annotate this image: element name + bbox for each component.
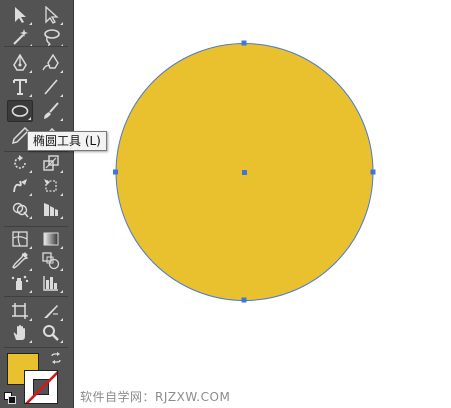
artboard-icon (12, 303, 28, 319)
toolbar-separator (4, 46, 68, 47)
watermark-text: 软件自学网：RJZXW.COM (80, 390, 231, 404)
symbol-sprayer-tool[interactable] (7, 272, 33, 294)
default-fill-stroke-icon[interactable] (4, 392, 16, 404)
flyout-indicator (60, 22, 63, 25)
hollow-arrow-icon (45, 6, 59, 24)
tool-tooltip: 椭圆工具 (L) (27, 131, 107, 151)
artboard-tool[interactable] (7, 300, 33, 322)
slice-tool[interactable] (38, 300, 64, 322)
toolbar-separator (4, 226, 68, 227)
lasso-tool[interactable] (38, 26, 64, 48)
toolbar-separator (4, 151, 68, 152)
line-icon (44, 79, 58, 95)
symbol-sprayer-icon (11, 275, 29, 290)
mesh-icon (12, 231, 28, 247)
curvature-tool[interactable] (38, 52, 64, 74)
anchor-point-bottom[interactable] (241, 297, 247, 303)
magic-wand-tool[interactable] (7, 26, 33, 48)
ellipse-icon (11, 105, 29, 117)
stroke-color-swatch[interactable] (24, 370, 58, 404)
blend-tool[interactable] (38, 250, 64, 272)
artboard-canvas[interactable] (75, 0, 451, 408)
toolbar-separator (4, 296, 68, 297)
flyout-indicator (29, 340, 32, 343)
paintbrush-tool[interactable] (38, 100, 64, 122)
swap-fill-stroke-icon[interactable] (50, 352, 62, 364)
flyout-indicator (29, 216, 32, 219)
free-transform-icon (44, 179, 57, 192)
scale-icon (43, 155, 59, 171)
toolbar-separator (4, 347, 68, 348)
gradient-tool[interactable] (38, 228, 64, 250)
flyout-indicator (29, 290, 32, 293)
rotate-icon (14, 155, 26, 169)
arrow-icon (15, 7, 26, 23)
anchor-point-left[interactable] (113, 169, 118, 175)
magic-wand-icon (13, 29, 28, 45)
ellipse-tool[interactable] (7, 100, 33, 122)
shape-builder-icon (12, 202, 29, 218)
flyout-indicator (60, 170, 63, 173)
none-slash-icon (25, 371, 57, 403)
direct-selection-tool[interactable] (38, 4, 64, 26)
type-tool[interactable] (7, 76, 33, 98)
hand-tool[interactable] (7, 322, 33, 344)
zoom-tool[interactable] (38, 322, 64, 344)
flyout-indicator (60, 318, 63, 321)
curvature-pen-icon (42, 54, 59, 71)
pen-icon (13, 54, 27, 71)
slice-icon (44, 305, 58, 318)
gradient-icon (43, 232, 59, 246)
flyout-indicator (29, 268, 32, 271)
brush-icon (44, 102, 59, 119)
flyout-indicator (60, 340, 63, 343)
flyout-indicator (29, 70, 32, 73)
selection-tool[interactable] (7, 4, 33, 26)
flyout-indicator (29, 246, 32, 249)
type-icon (13, 79, 27, 95)
flyout-indicator (60, 216, 63, 219)
flyout-indicator (29, 170, 32, 173)
zoom-icon (43, 325, 59, 341)
mesh-tool[interactable] (7, 228, 33, 250)
warp-tool[interactable] (7, 175, 33, 197)
center-point[interactable] (242, 170, 247, 175)
scale-tool[interactable] (38, 152, 64, 174)
hand-icon (13, 325, 25, 340)
flyout-indicator (60, 94, 63, 97)
flyout-indicator (60, 118, 63, 121)
flyout-indicator (29, 22, 32, 25)
perspective-grid-tool[interactable] (38, 198, 64, 220)
flyout-indicator (29, 193, 32, 196)
free-transform-tool[interactable] (38, 175, 64, 197)
canvas-drawing (113, 40, 376, 303)
flyout-indicator (60, 70, 63, 73)
eyedropper-icon (12, 252, 29, 269)
blend-icon (42, 252, 60, 270)
flyout-indicator (60, 290, 63, 293)
flyout-indicator (29, 318, 32, 321)
flyout-indicator (28, 117, 31, 120)
tools-panel (0, 0, 74, 408)
anchor-point-right[interactable] (370, 169, 376, 175)
perspective-grid-icon (44, 203, 58, 216)
column-graph-icon (43, 276, 58, 291)
pen-tool[interactable] (7, 52, 33, 74)
shape-builder-tool[interactable] (7, 198, 33, 220)
warp-icon (13, 179, 27, 193)
flyout-indicator (60, 268, 63, 271)
anchor-point-top[interactable] (241, 40, 247, 46)
column-graph-tool[interactable] (38, 272, 64, 294)
flyout-indicator (29, 94, 32, 97)
lasso-icon (44, 29, 60, 46)
flyout-indicator (60, 246, 63, 249)
line-segment-tool[interactable] (38, 76, 64, 98)
flyout-indicator (60, 193, 63, 196)
rotate-tool[interactable] (7, 152, 33, 174)
eyedropper-tool[interactable] (7, 250, 33, 272)
